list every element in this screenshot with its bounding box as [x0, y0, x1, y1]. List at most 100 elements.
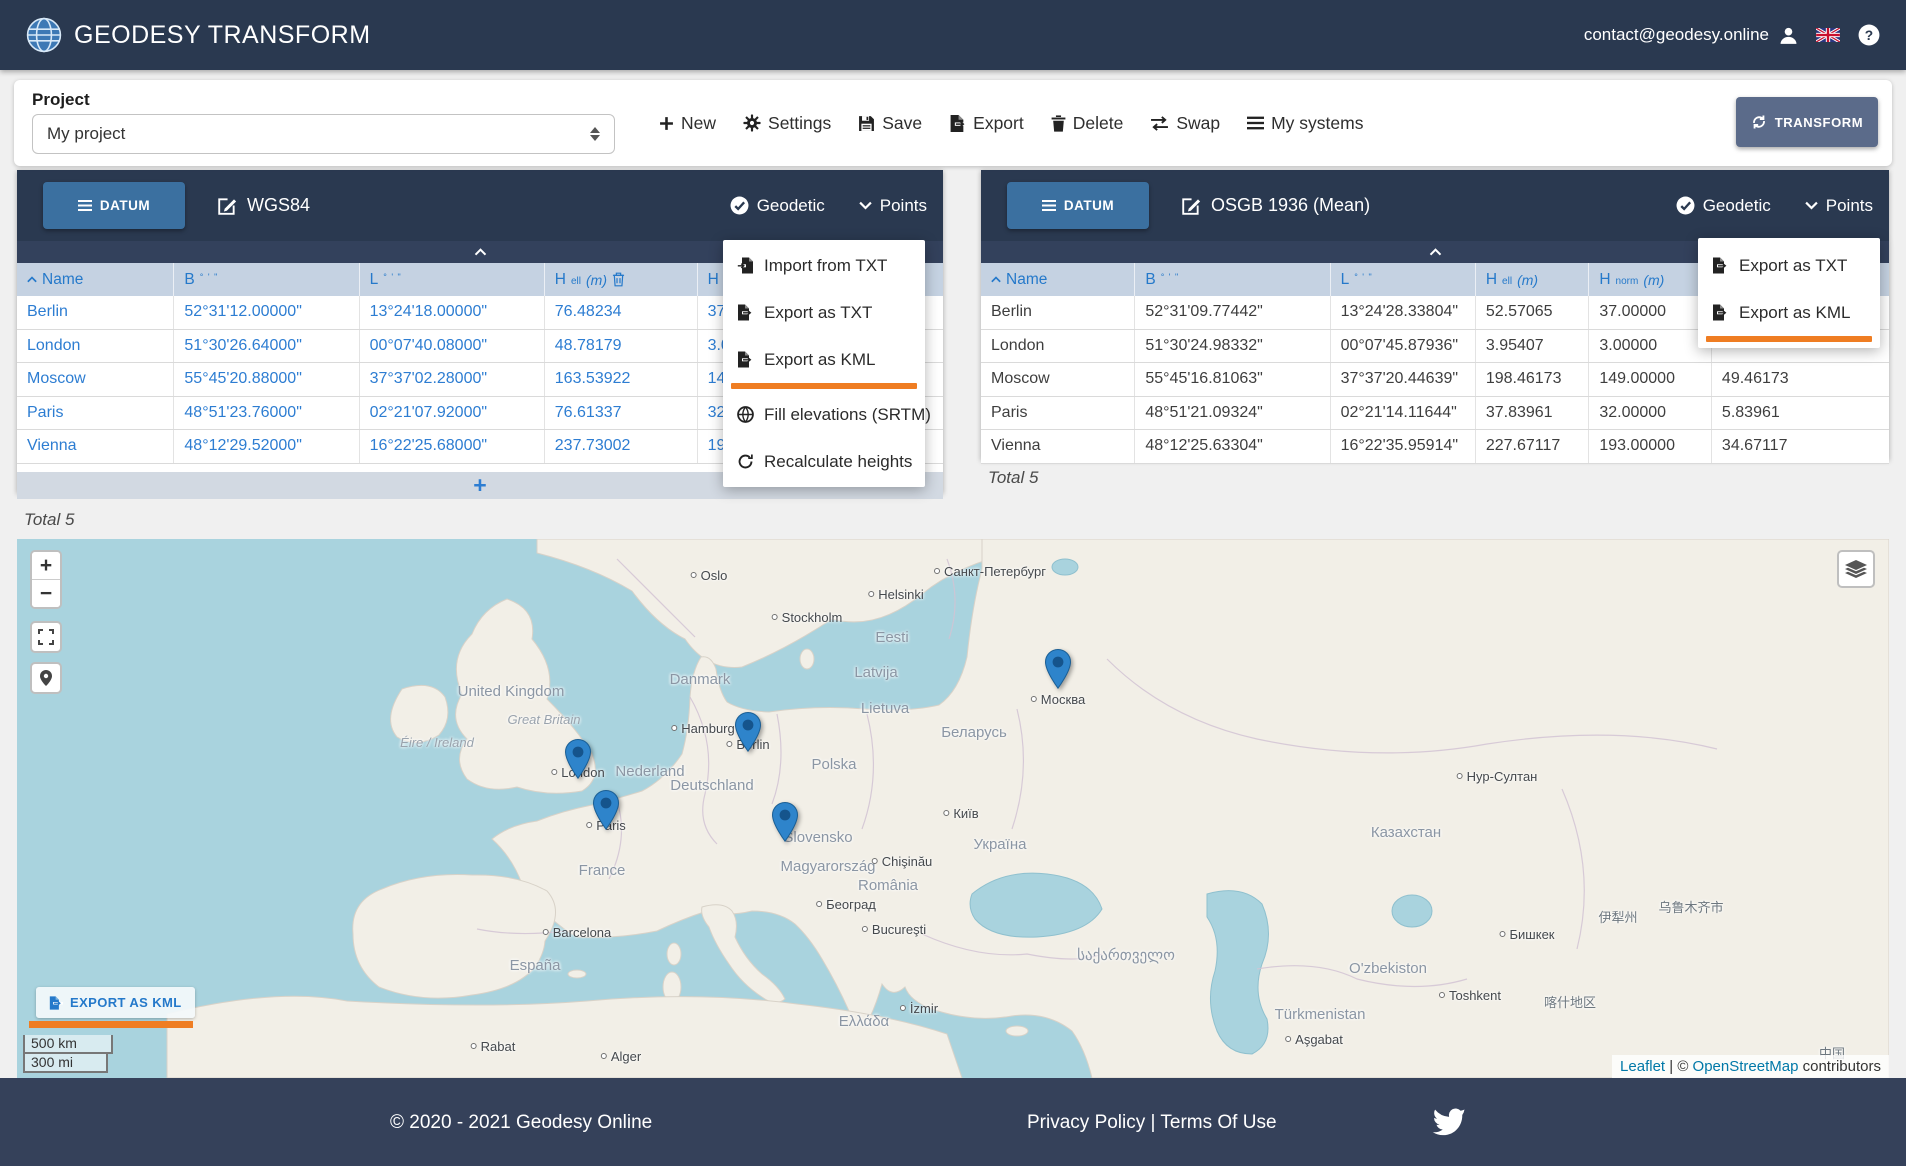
col-l[interactable]: L° ' "	[360, 263, 545, 296]
datum-name-left[interactable]: WGS84	[217, 195, 310, 216]
cell-name[interactable]: Vienna	[17, 430, 174, 463]
new-button[interactable]: New	[659, 113, 716, 134]
account-menu[interactable]: contact@geodesy.online	[1584, 25, 1798, 45]
cell-hell[interactable]: 48.78179	[545, 330, 698, 363]
delete-label: Delete	[1073, 113, 1124, 134]
project-select[interactable]: My project	[32, 114, 615, 154]
save-button[interactable]: Save	[858, 113, 922, 134]
cell-b: 48°51'21.09324"	[1135, 397, 1330, 430]
map-marker-paris[interactable]	[593, 790, 619, 830]
points-menu-left: Import from TXT Export as TXT Export as …	[723, 240, 925, 487]
osm-link[interactable]: OpenStreetMap	[1693, 1058, 1799, 1075]
zoom-out-button[interactable]: −	[32, 580, 60, 607]
datum-name-right[interactable]: OSGB 1936 (Mean)	[1181, 195, 1370, 216]
cell-hell: 227.67117	[1476, 430, 1590, 463]
cell-l[interactable]: 00°07'40.08000"	[360, 330, 545, 363]
swap-button[interactable]: Swap	[1150, 113, 1220, 134]
navbar: GEODESY TRANSFORM contact@geodesy.online	[0, 0, 1906, 70]
export-as-txt-item[interactable]: Export as TXT	[723, 289, 925, 336]
globe-icon	[737, 406, 754, 423]
cell-name[interactable]: London	[17, 330, 174, 363]
layers-control[interactable]	[1837, 550, 1875, 588]
cell-b[interactable]: 51°30'26.64000"	[174, 330, 359, 363]
cell-b[interactable]: 48°12'29.52000"	[174, 430, 359, 463]
language-flag-icon[interactable]	[1816, 28, 1840, 42]
col-hell[interactable]: Hell(m)	[545, 263, 698, 296]
datum-name-label: WGS84	[247, 195, 310, 216]
export-label: Export	[973, 113, 1024, 134]
cell-l[interactable]: 02°21'07.92000"	[360, 397, 545, 430]
datum-button-right[interactable]: DATUM	[1007, 182, 1149, 229]
geodetic-dropdown-left[interactable]: Geodetic	[730, 196, 825, 216]
settings-button[interactable]: Settings	[743, 113, 831, 134]
brand[interactable]: GEODESY TRANSFORM	[26, 17, 371, 53]
map-marker-berlin[interactable]	[735, 712, 761, 752]
export-as-kml-item[interactable]: Export as KML	[1698, 289, 1880, 336]
map-marker-london[interactable]	[565, 739, 591, 779]
my-systems-button[interactable]: My systems	[1247, 113, 1363, 134]
col-b[interactable]: B° ' "	[1135, 263, 1330, 296]
export-as-txt-item[interactable]: Export as TXT	[1698, 242, 1880, 289]
twitter-icon[interactable]	[1430, 1102, 1466, 1138]
datum-button-left[interactable]: DATUM	[43, 182, 185, 229]
cell-name[interactable]: Berlin	[17, 296, 174, 329]
cell-name: Vienna	[981, 430, 1135, 463]
transform-button[interactable]: TRANSFORM	[1736, 97, 1878, 147]
file-export-icon	[1712, 257, 1729, 274]
cell-l[interactable]: 16°22'25.68000"	[360, 430, 545, 463]
cell-name[interactable]: Paris	[17, 397, 174, 430]
cell-b[interactable]: 48°51'23.76000"	[174, 397, 359, 430]
file-import-icon	[737, 257, 754, 274]
recalculate-heights-item[interactable]: Recalculate heights	[723, 438, 925, 485]
map-marker-vienna[interactable]	[772, 802, 798, 842]
cell-name: Berlin	[981, 296, 1135, 329]
points-label: Points	[1826, 196, 1873, 216]
col-name[interactable]: Name	[17, 263, 174, 296]
project-toolbar: Project My project New	[14, 80, 1892, 166]
clear-column-icon	[612, 272, 625, 287]
cell-l: 37°37'20.44639"	[1331, 363, 1476, 396]
export-as-kml-item[interactable]: Export as KML	[723, 336, 925, 383]
select-caret-icon	[590, 127, 600, 141]
import-from-txt-item[interactable]: Import from TXT	[723, 242, 925, 289]
map[interactable]: OsloStockholmHelsinkiСанкт-ПетербургEest…	[17, 539, 1889, 1078]
footer-links[interactable]: Privacy Policy | Terms Of Use	[1027, 1112, 1277, 1134]
cell-l[interactable]: 37°37'02.28000"	[360, 363, 545, 396]
cell-name: Moscow	[981, 363, 1135, 396]
cell-hell[interactable]: 76.48234	[545, 296, 698, 329]
map-marker-moscow[interactable]	[1045, 649, 1071, 689]
export-button[interactable]: Export	[949, 113, 1024, 134]
datum-button-label: DATUM	[100, 198, 150, 213]
file-export-icon	[737, 304, 754, 321]
cell-l[interactable]: 13°24'18.00000"	[360, 296, 545, 329]
cell-b[interactable]: 52°31'12.00000"	[174, 296, 359, 329]
col-b[interactable]: B° ' "	[174, 263, 359, 296]
scale-bar-km: 500 km	[23, 1035, 113, 1054]
map-export-kml-button[interactable]: EXPORT AS KML	[36, 987, 195, 1018]
help-icon[interactable]: ?	[1858, 24, 1880, 46]
cell-b[interactable]: 55°45'20.88000"	[174, 363, 359, 396]
cell-name[interactable]: Moscow	[17, 363, 174, 396]
cell-extra: 34.67117	[1712, 430, 1889, 463]
delete-button[interactable]: Delete	[1051, 113, 1124, 134]
col-l[interactable]: L° ' "	[1331, 263, 1476, 296]
cell-hell[interactable]: 76.61337	[545, 397, 698, 430]
geodetic-label: Geodetic	[757, 196, 825, 216]
geodetic-dropdown-right[interactable]: Geodetic	[1676, 196, 1771, 216]
leaflet-link[interactable]: Leaflet	[1620, 1058, 1665, 1075]
fullscreen-button[interactable]	[30, 621, 62, 653]
points-dropdown-right[interactable]: Points	[1805, 196, 1873, 216]
col-hell[interactable]: Hell(m)	[1476, 263, 1590, 296]
chevron-down-icon	[859, 201, 872, 210]
points-dropdown-left[interactable]: Points	[859, 196, 927, 216]
cell-hell[interactable]: 163.53922	[545, 363, 698, 396]
col-name[interactable]: Name	[981, 263, 1135, 296]
cell-hell[interactable]: 237.73002	[545, 430, 698, 463]
fill-elevations-item[interactable]: Fill elevations (SRTM)	[723, 391, 925, 438]
cell-hell: 198.46173	[1476, 363, 1590, 396]
zoom-in-button[interactable]: +	[32, 552, 60, 580]
table-row: Moscow 55°45'16.81063" 37°37'20.44639" 1…	[981, 363, 1889, 397]
col-hnorm[interactable]: Hnorm(m)	[1589, 263, 1712, 296]
add-marker-button[interactable]	[30, 662, 62, 694]
table-row: Vienna 48°12'25.63304" 16°22'35.95914" 2…	[981, 430, 1889, 464]
